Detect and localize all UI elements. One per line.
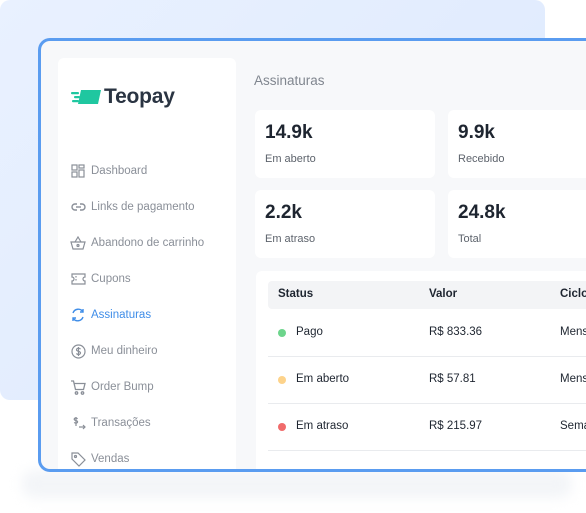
subscriptions-table: Status Valor Ciclo Pago R$ 833.36 Mensal… [256, 271, 586, 469]
ciclo-cell: Mensal [560, 326, 586, 338]
sidebar-item-vendas[interactable]: Vendas [68, 441, 228, 469]
sidebar-item-assinaturas[interactable]: Assinaturas [68, 297, 228, 333]
page-title: Assinaturas [254, 73, 325, 88]
stat-card-total: 24.8k Total [448, 190, 586, 258]
table-row[interactable]: Pago R$ 833.36 Mensal [268, 310, 586, 357]
table-row[interactable]: Em atraso R$ 215.97 Semanal [268, 404, 586, 451]
sidebar-item-cupons[interactable]: Cupons [68, 261, 228, 297]
sidebar-item-label: Transações [91, 417, 151, 429]
sidebar-item-meu-dinheiro[interactable]: Meu dinheiro [68, 333, 228, 369]
sidebar-item-transacoes[interactable]: Transações [68, 405, 228, 441]
link-icon [68, 197, 88, 217]
tag-icon [68, 449, 88, 469]
sidebar-item-order-bump[interactable]: Order Bump [68, 369, 228, 405]
window-shadow [22, 470, 572, 498]
sidebar: Teopay Dashboard Links de pagamento Aban… [58, 58, 236, 469]
dollar-icon [68, 341, 88, 361]
sidebar-item-label: Order Bump [91, 381, 154, 393]
sidebar-item-dashboard[interactable]: Dashboard [68, 153, 228, 189]
sidebar-item-label: Links de pagamento [91, 201, 195, 213]
dashboard-icon [68, 161, 88, 181]
sidebar-item-label: Vendas [91, 453, 130, 465]
status-dot-icon [278, 376, 286, 384]
table-row[interactable]: Em aberto R$ 57.81 Mensal [268, 357, 586, 404]
stat-label: Em atraso [265, 233, 316, 245]
status-cell: Pago [296, 326, 323, 338]
basket-icon [68, 233, 88, 253]
teopay-logo-icon [71, 89, 101, 105]
sidebar-item-label: Dashboard [91, 165, 148, 177]
refresh-icon [68, 305, 88, 325]
valor-cell: R$ 57.81 [429, 373, 476, 385]
column-header-status[interactable]: Status [278, 288, 313, 300]
sidebar-item-label: Cupons [91, 273, 131, 285]
sidebar-item-links-de-pagamento[interactable]: Links de pagamento [68, 189, 228, 225]
stat-card-em-atraso: 2.2k Em atraso [255, 190, 435, 258]
stat-label: Recebido [458, 153, 505, 165]
status-dot-icon [278, 329, 286, 337]
cart-icon [68, 377, 88, 397]
ciclo-cell: Mensal [560, 373, 586, 385]
status-cell: Em aberto [296, 373, 350, 385]
column-header-valor[interactable]: Valor [429, 288, 457, 300]
stat-label: Em aberto [265, 153, 316, 165]
stat-value: 24.8k [458, 202, 506, 223]
stat-value: 9.9k [458, 122, 495, 143]
main-content: Assinaturas 14.9k Em aberto 9.9k Recebid… [254, 41, 586, 469]
stat-card-em-aberto: 14.9k Em aberto [255, 110, 435, 178]
stat-label: Total [458, 233, 482, 245]
column-header-ciclo[interactable]: Ciclo [560, 288, 586, 300]
valor-cell: R$ 833.36 [429, 326, 483, 338]
valor-cell: R$ 215.97 [429, 420, 483, 432]
status-cell: Em atraso [296, 420, 349, 432]
sidebar-item-label: Meu dinheiro [91, 345, 158, 357]
stat-card-recebido: 9.9k Recebido [448, 110, 586, 178]
stat-value: 14.9k [265, 122, 313, 143]
transfer-icon [68, 413, 88, 433]
ciclo-cell: Semanal [560, 420, 586, 432]
table-header: Status Valor Ciclo [268, 281, 586, 309]
app-window: Teopay Dashboard Links de pagamento Aban… [38, 38, 586, 472]
brand-logo[interactable]: Teopay [71, 85, 175, 109]
sidebar-item-label: Assinaturas [91, 309, 152, 321]
status-dot-icon [278, 423, 286, 431]
sidebar-item-abandono-de-carrinho[interactable]: Abandono de carrinho [68, 225, 228, 261]
stage: Teopay Dashboard Links de pagamento Aban… [0, 0, 586, 513]
stat-value: 2.2k [265, 202, 302, 223]
brand-name: Teopay [104, 85, 175, 108]
sidebar-item-label: Abandono de carrinho [91, 237, 205, 249]
sidebar-nav: Dashboard Links de pagamento Abandono de… [68, 153, 228, 469]
ticket-icon [68, 269, 88, 289]
